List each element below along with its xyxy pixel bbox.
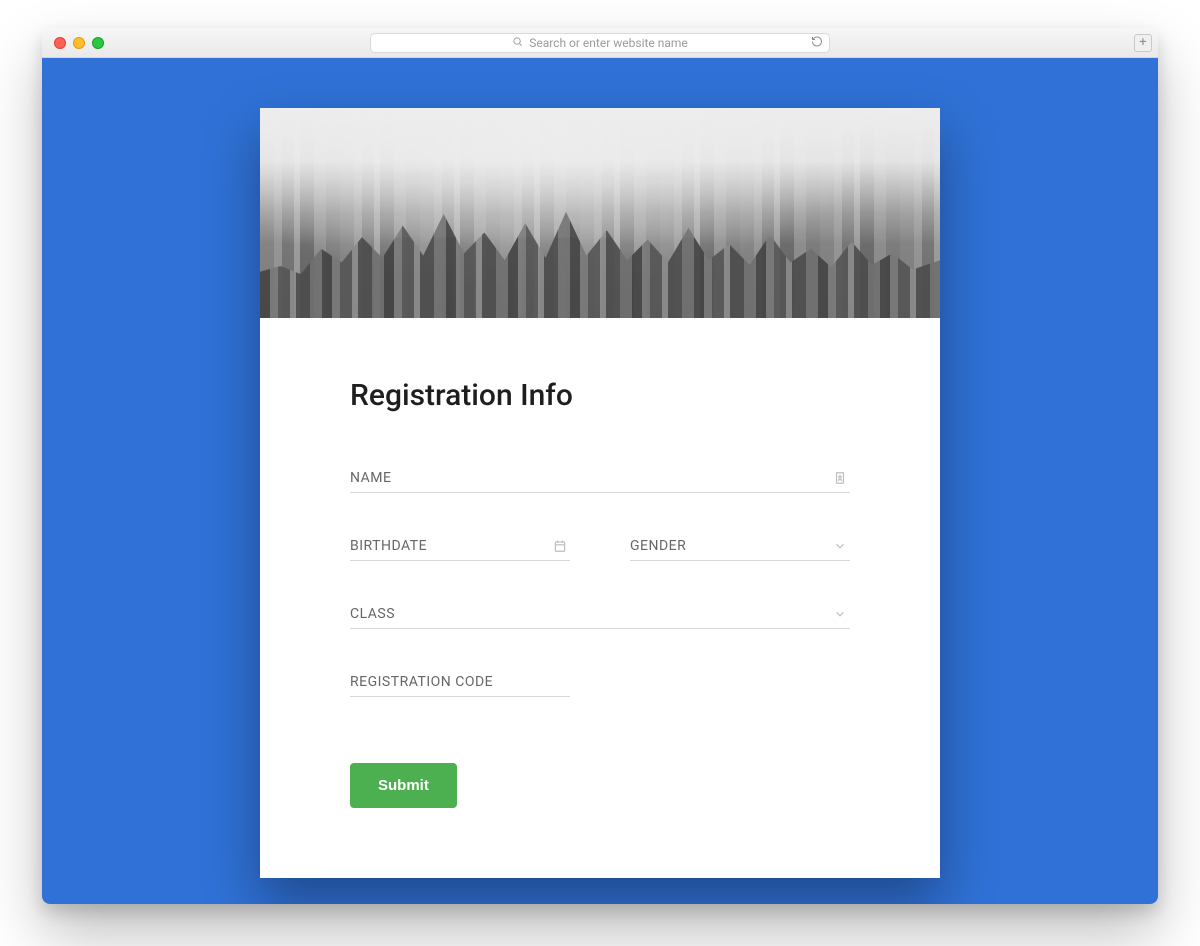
page-viewport: Registration Info NAME BIRTHD	[42, 58, 1158, 904]
minimize-window-button[interactable]	[73, 37, 85, 49]
address-bar-placeholder: Search or enter website name	[529, 36, 688, 50]
class-label: CLASS	[350, 606, 395, 622]
birthdate-label: BIRTHDATE	[350, 538, 427, 554]
hero-image	[260, 108, 940, 318]
maximize-window-button[interactable]	[92, 37, 104, 49]
registration-code-label: REGISTRATION CODE	[350, 674, 493, 690]
chevron-down-icon	[832, 538, 848, 554]
form-title: Registration Info	[350, 378, 850, 413]
search-icon	[512, 36, 523, 50]
reload-icon[interactable]	[811, 35, 823, 50]
chevron-down-icon	[832, 606, 848, 622]
registration-card: Registration Info NAME BIRTHD	[260, 108, 940, 878]
name-field[interactable]: NAME	[350, 463, 850, 493]
calendar-icon	[552, 538, 568, 554]
gender-field[interactable]: GENDER	[630, 531, 850, 561]
id-badge-icon	[832, 470, 848, 486]
class-field[interactable]: CLASS	[350, 599, 850, 629]
window-controls	[54, 37, 104, 49]
gender-label: GENDER	[630, 538, 686, 554]
browser-window: Search or enter website name + Registrat…	[42, 28, 1158, 904]
registration-code-field[interactable]: REGISTRATION CODE	[350, 667, 570, 697]
address-bar[interactable]: Search or enter website name	[370, 33, 830, 53]
browser-chrome: Search or enter website name +	[42, 28, 1158, 58]
name-label: NAME	[350, 470, 391, 486]
new-tab-button[interactable]: +	[1134, 34, 1152, 52]
birthdate-field[interactable]: BIRTHDATE	[350, 531, 570, 561]
form-body: Registration Info NAME BIRTHD	[260, 318, 940, 878]
close-window-button[interactable]	[54, 37, 66, 49]
submit-button[interactable]: Submit	[350, 763, 457, 808]
